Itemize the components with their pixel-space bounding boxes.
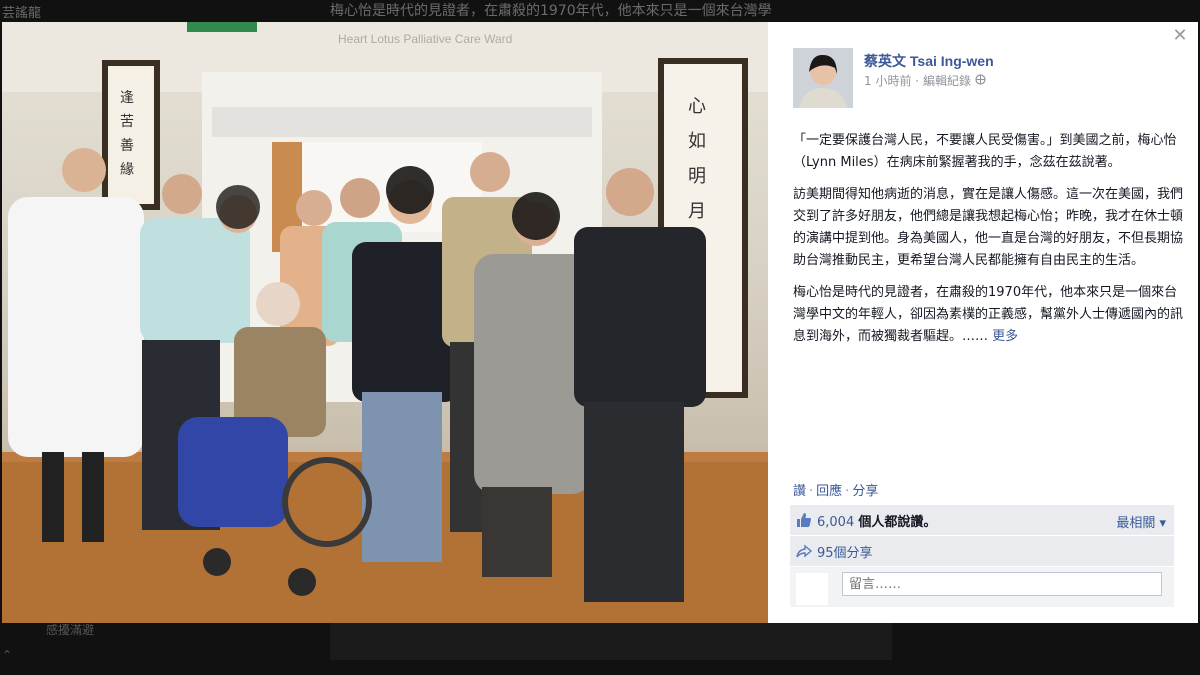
caret-icon: ⌃ bbox=[2, 648, 13, 662]
likes-suffix: 個人都說讚。 bbox=[858, 514, 937, 530]
globe-icon[interactable] bbox=[975, 74, 986, 88]
thumbs-up-icon bbox=[796, 512, 812, 528]
comment-link[interactable]: 回應 bbox=[816, 484, 842, 499]
svg-text:心: 心 bbox=[688, 96, 706, 117]
like-link[interactable]: 讚 bbox=[793, 484, 806, 499]
likes-row: 6,004 個人都說讚。 最相關 ▾ bbox=[790, 505, 1174, 536]
svg-text:善: 善 bbox=[120, 138, 134, 154]
post-paragraph: 訪美期間得知他病逝的消息，實在是讓人傷感。這一次在美國，我們交到了許多好朋友，他… bbox=[793, 187, 1184, 268]
share-link[interactable]: 分享 bbox=[852, 484, 878, 499]
post-actions: 讚 · 回應 · 分享 bbox=[793, 480, 878, 499]
author-name[interactable]: 蔡英文 Tsai Ing-wen bbox=[864, 51, 994, 71]
post-meta: 1 小時前 · 編輯紀錄 bbox=[864, 72, 986, 89]
likes-number: 6,004 bbox=[817, 514, 855, 530]
svg-text:如: 如 bbox=[688, 131, 706, 152]
see-more-link[interactable]: 更多 bbox=[992, 329, 1018, 344]
avatar[interactable] bbox=[793, 48, 853, 108]
background-headline: 梅心怡是時代的見證者，在肅殺的1970年代，他本來只是一個來台灣學 bbox=[330, 3, 772, 19]
meta-separator: · bbox=[915, 74, 920, 88]
shares-count[interactable]: 95個分享 bbox=[817, 542, 873, 561]
action-separator: · bbox=[809, 484, 814, 499]
post-paragraph: 梅心怡是時代的見證者，在肅殺的1970年代，他本來只是一個來台灣學中文的年輕人，… bbox=[793, 282, 1183, 348]
comment-input[interactable] bbox=[842, 572, 1162, 596]
comment-composer bbox=[790, 567, 1174, 607]
post-sidebar: ✕ 蔡英文 Tsai Ing-wen 1 小時前 · 編輯紀錄 「一定要保護台灣… bbox=[768, 22, 1198, 623]
svg-text:逢: 逢 bbox=[120, 90, 134, 106]
shares-row: 95個分享 bbox=[790, 536, 1174, 567]
action-separator: · bbox=[845, 484, 850, 499]
background-caption: 感擾滿避 bbox=[46, 623, 95, 637]
background-bar bbox=[330, 623, 892, 660]
post-paragraph: 「一定要保護台灣人民，不要讓人民受傷害。」到美國之前，梅心怡（Lynn Mile… bbox=[793, 133, 1177, 170]
post-photo[interactable]: Heart Lotus Palliative Care Ward 逢 苦 善 緣… bbox=[2, 22, 768, 623]
background-text: 芸謠龍 bbox=[2, 6, 42, 21]
likes-count[interactable]: 6,004 個人都說讚。 bbox=[817, 511, 936, 530]
comment-sort-dropdown[interactable]: 最相關 ▾ bbox=[1116, 512, 1166, 531]
commenter-avatar bbox=[796, 573, 828, 605]
svg-text:緣: 緣 bbox=[120, 162, 134, 178]
share-arrow-icon bbox=[796, 543, 813, 559]
post-paragraph-text: 梅心怡是時代的見證者，在肅殺的1970年代，他本來只是一個來台灣學中文的年輕人，… bbox=[793, 285, 1184, 344]
close-icon[interactable]: ✕ bbox=[1170, 26, 1190, 46]
ward-sign: Heart Lotus Palliative Care Ward bbox=[338, 32, 512, 46]
post-time[interactable]: 1 小時前 bbox=[864, 72, 911, 89]
photo-lightbox: Heart Lotus Palliative Care Ward 逢 苦 善 緣… bbox=[2, 22, 1198, 623]
svg-text:月: 月 bbox=[688, 201, 706, 222]
photo-illustration: Heart Lotus Palliative Care Ward 逢 苦 善 緣… bbox=[2, 22, 768, 623]
svg-text:明: 明 bbox=[688, 166, 706, 187]
post-body: 「一定要保護台灣人民，不要讓人民受傷害。」到美國之前，梅心怡（Lynn Mile… bbox=[793, 130, 1183, 358]
feedback-box: 6,004 個人都說讚。 最相關 ▾ 95個分享 bbox=[790, 505, 1174, 607]
edit-history-link[interactable]: 編輯紀錄 bbox=[923, 72, 971, 89]
svg-text:苦: 苦 bbox=[120, 114, 134, 130]
